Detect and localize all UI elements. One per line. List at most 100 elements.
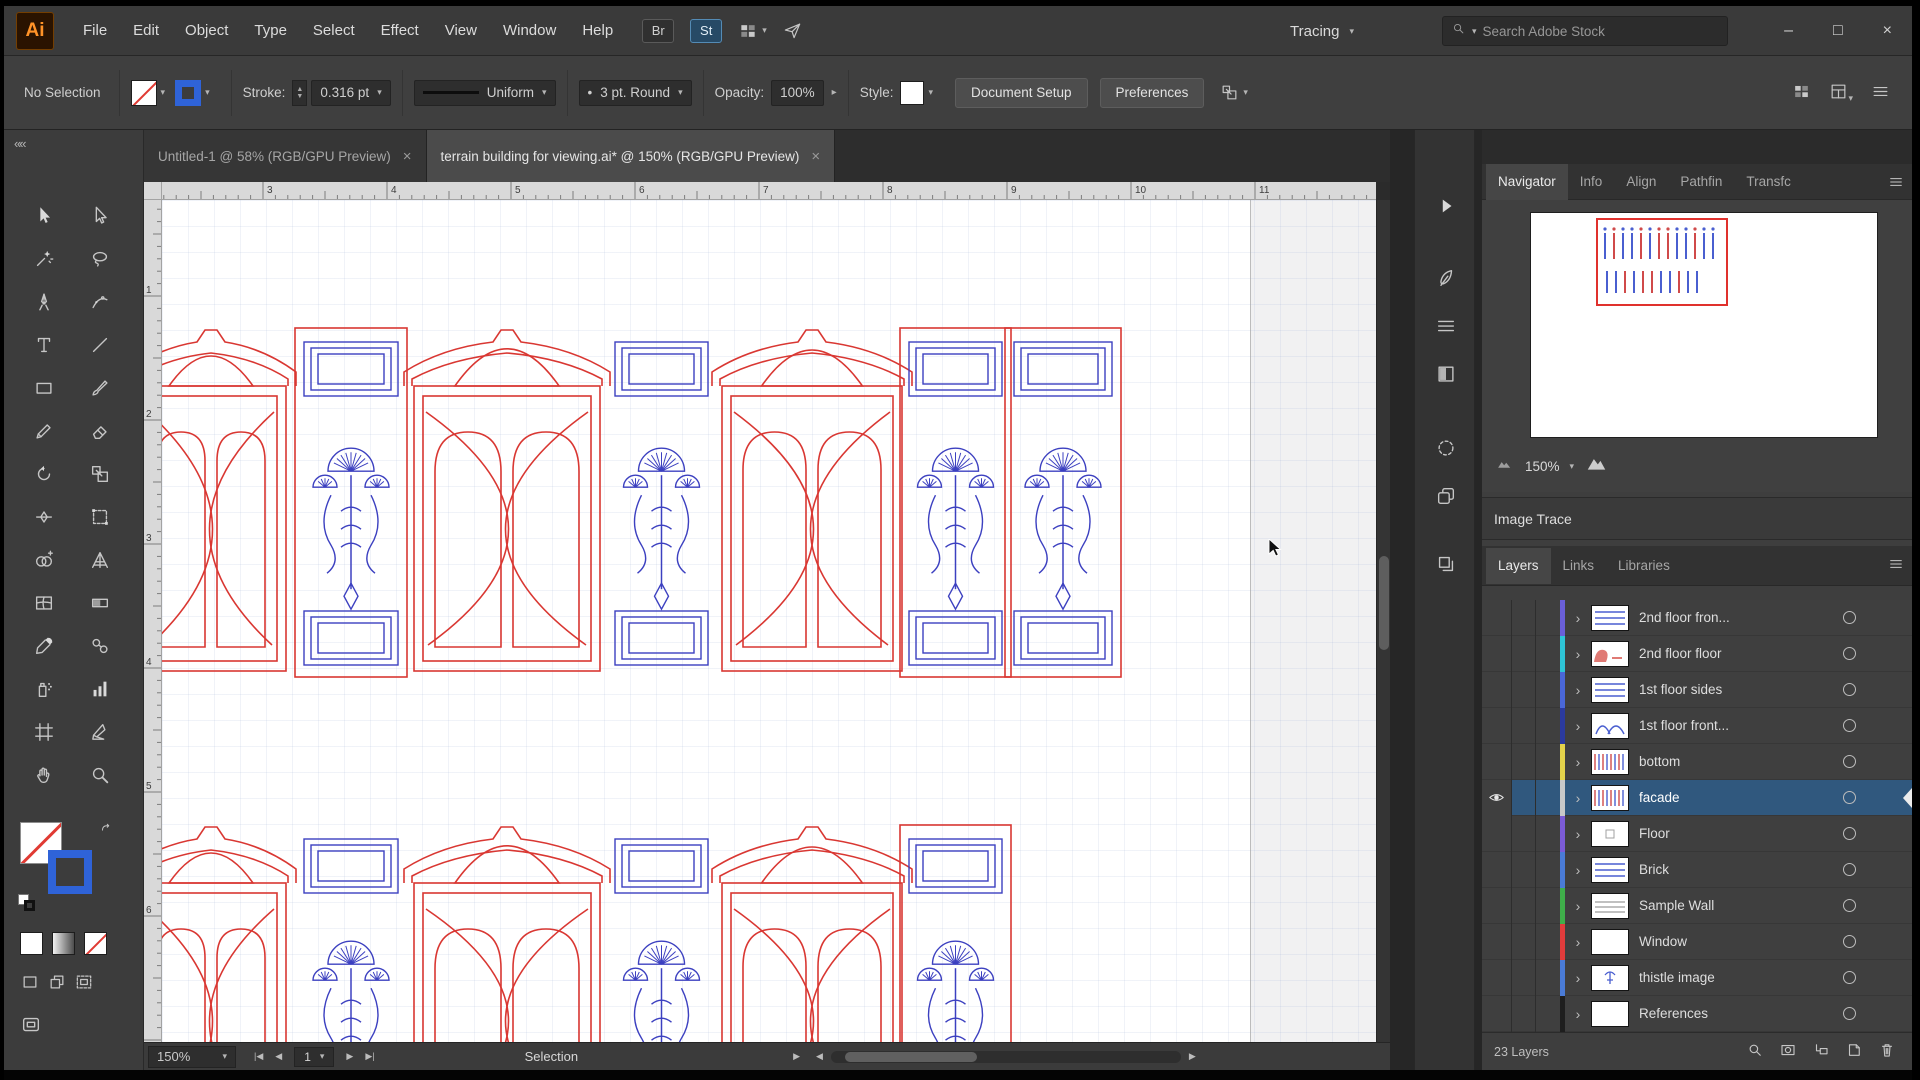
document-canvas[interactable] [162, 200, 1376, 1042]
lock-toggle[interactable] [1512, 599, 1536, 636]
stroke-proxy-swatch[interactable] [48, 850, 92, 894]
expand-chevron-icon[interactable]: › [1565, 790, 1591, 806]
layers-tab-libraries[interactable]: Libraries [1606, 548, 1682, 584]
navigator-tab-align[interactable]: Align [1614, 164, 1668, 200]
minimize-button[interactable]: – [1784, 22, 1793, 40]
color-button[interactable] [20, 932, 43, 955]
layer-name[interactable]: thistle image [1639, 970, 1843, 985]
visibility-toggle[interactable] [1482, 779, 1512, 816]
column-graph-tool[interactable] [79, 670, 121, 707]
layer-row-floor[interactable]: › Floor [1482, 815, 1912, 852]
collapsed-panel-transparency[interactable] [1415, 428, 1476, 468]
pen-tool[interactable] [23, 283, 65, 320]
layer-target-icon[interactable] [1843, 863, 1856, 876]
lock-toggle[interactable] [1512, 923, 1536, 960]
visibility-toggle[interactable] [1482, 923, 1512, 960]
first-artboard-button[interactable]: |◀ [254, 1051, 263, 1062]
artwork-layer[interactable] [162, 200, 1376, 1042]
navigator-panel-menu-icon[interactable] [1888, 174, 1904, 195]
blend-tool[interactable] [79, 627, 121, 664]
layer-thumbnail[interactable] [1591, 820, 1629, 847]
lock-toggle[interactable] [1512, 959, 1536, 996]
magic-wand-tool[interactable] [23, 240, 65, 277]
layer-thumbnail[interactable] [1591, 676, 1629, 703]
layer-name[interactable]: Sample Wall [1639, 898, 1843, 913]
navigator-tab-navigator[interactable]: Navigator [1486, 163, 1568, 200]
horizontal-scroll-thumb[interactable] [844, 1051, 977, 1062]
collect-for-export-button[interactable] [1746, 1041, 1764, 1062]
collapsed-panel-appearance[interactable] [1415, 476, 1476, 516]
change-screen-mode-icon[interactable] [20, 1014, 42, 1041]
layer-target-icon[interactable] [1843, 1007, 1856, 1020]
layer-target-icon[interactable] [1843, 647, 1856, 660]
zoom-in-mountain-icon[interactable] [1586, 453, 1607, 479]
navigator-tab-pathfin[interactable]: Pathfin [1668, 164, 1734, 200]
free-transform-tool[interactable] [79, 498, 121, 535]
type-tool[interactable] [23, 326, 65, 363]
zoom-level-select[interactable]: 150% ▾ [148, 1045, 236, 1068]
tab-close-icon[interactable]: × [811, 148, 820, 165]
layer-row-bottom[interactable]: › bottom [1482, 743, 1912, 780]
perspective-grid-tool[interactable] [79, 541, 121, 578]
layer-thumbnail[interactable] [1591, 856, 1629, 883]
layer-thumbnail[interactable] [1591, 712, 1629, 739]
layer-target-icon[interactable] [1843, 755, 1856, 768]
layer-target-icon[interactable] [1843, 683, 1856, 696]
arrange-documents-icon[interactable] [1792, 82, 1811, 104]
draw-behind-icon[interactable] [47, 972, 67, 997]
lock-toggle[interactable] [1512, 995, 1536, 1032]
collapsed-panel-gradient[interactable] [1415, 354, 1476, 394]
expand-chevron-icon[interactable]: › [1565, 826, 1591, 842]
layers-tab-links[interactable]: Links [1551, 548, 1607, 584]
artboard-tool[interactable] [23, 713, 65, 750]
layer-thumbnail[interactable] [1591, 784, 1629, 811]
layer-thumbnail[interactable] [1591, 748, 1629, 775]
lock-toggle[interactable] [1512, 671, 1536, 708]
collapse-tools-icon[interactable]: «« [14, 136, 27, 151]
scroll-right-button[interactable]: ▶ [1189, 1051, 1196, 1062]
zoom-out-mountain-icon[interactable] [1496, 455, 1513, 477]
layer-thumbnail[interactable] [1591, 928, 1629, 955]
layer-row-1st-floor-front[interactable]: › 1st floor front... [1482, 707, 1912, 744]
pencil-tool[interactable] [23, 412, 65, 449]
expand-chevron-icon[interactable]: › [1565, 646, 1591, 662]
eraser-tool[interactable] [79, 412, 121, 449]
layer-target-icon[interactable] [1843, 899, 1856, 912]
vertical-scroll-thumb[interactable] [1379, 556, 1389, 650]
variable-width-profile-select[interactable]: Uniform ▾ [413, 79, 556, 106]
expand-chevron-icon[interactable]: › [1565, 682, 1591, 698]
expand-chevron-icon[interactable]: › [1565, 970, 1591, 986]
draw-inside-icon[interactable] [74, 972, 94, 997]
visibility-toggle[interactable] [1482, 599, 1512, 636]
layer-row-2nd-floor-fron[interactable]: › 2nd floor fron... [1482, 599, 1912, 636]
create-new-layer-button[interactable] [1845, 1041, 1863, 1062]
visibility-toggle[interactable] [1482, 635, 1512, 672]
adobe-stock-search[interactable]: ▾ [1442, 16, 1728, 46]
stroke-weight-select[interactable]: 0.316 pt ▾ [311, 79, 391, 106]
ruler-origin-corner[interactable] [144, 182, 162, 200]
navigator-tab-info[interactable]: Info [1568, 164, 1615, 200]
gradient-button[interactable] [52, 932, 75, 955]
document-tab-1[interactable]: Untitled-1 @ 58% (RGB/GPU Preview) × [144, 130, 427, 182]
default-fill-stroke-icon[interactable] [18, 894, 38, 912]
vertical-ruler[interactable]: 1 2 3 4 5 6 [144, 200, 162, 1042]
stock-search-input[interactable] [1482, 23, 1673, 39]
lock-toggle[interactable] [1512, 887, 1536, 924]
graphic-style-swatch[interactable] [900, 80, 925, 105]
layer-thumbnail[interactable] [1591, 640, 1629, 667]
menu-window[interactable]: Window [490, 6, 569, 55]
layer-row-facade[interactable]: › facade [1482, 779, 1912, 816]
layer-target-icon[interactable] [1843, 719, 1856, 732]
chevron-down-icon[interactable]: ▾ [205, 87, 210, 98]
visibility-toggle[interactable] [1482, 671, 1512, 708]
layer-target-icon[interactable] [1843, 971, 1856, 984]
layer-thumbnail[interactable] [1591, 892, 1629, 919]
share-icon[interactable] [783, 21, 802, 40]
lock-toggle[interactable] [1512, 815, 1536, 852]
collapsed-panel-artboards[interactable] [1415, 544, 1476, 584]
layer-name[interactable]: Brick [1639, 862, 1843, 877]
lock-toggle[interactable] [1512, 635, 1536, 672]
draw-normal-icon[interactable] [20, 972, 40, 997]
gradient-tool[interactable] [79, 584, 121, 621]
layer-row-sample-wall[interactable]: › Sample Wall [1482, 887, 1912, 924]
